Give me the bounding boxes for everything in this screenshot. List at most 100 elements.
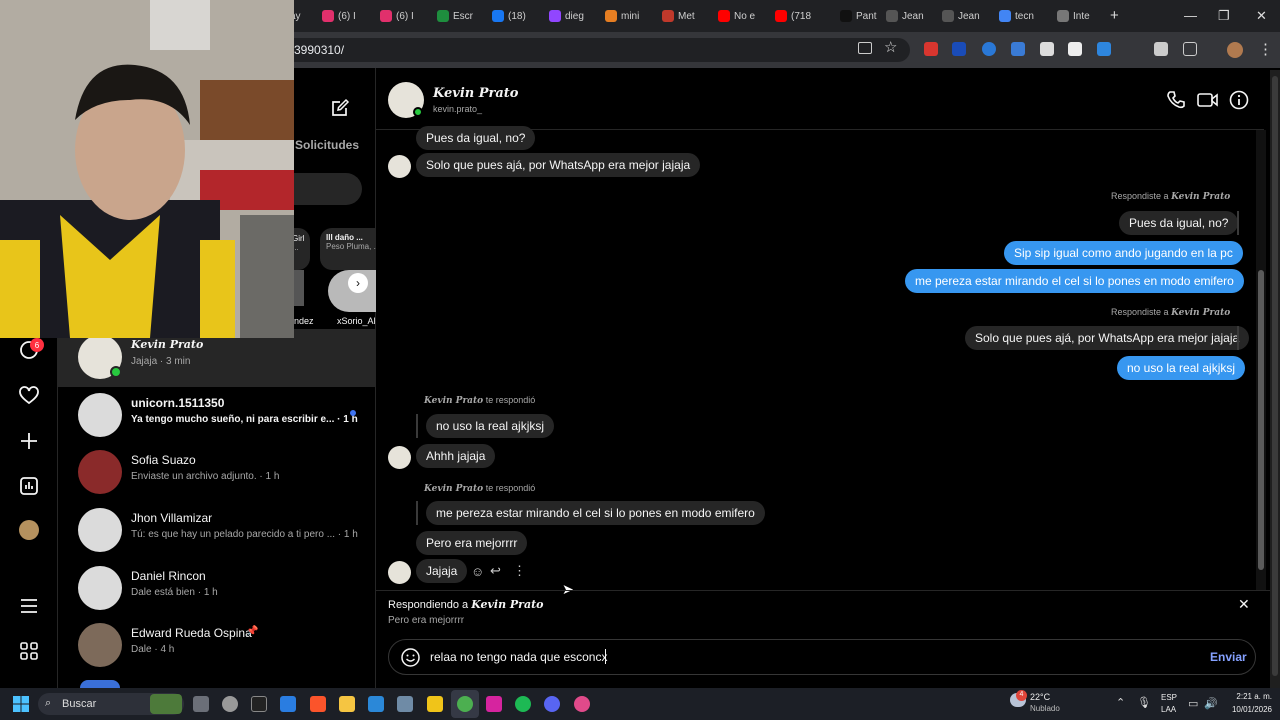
browser-tab[interactable]: Inte — [1057, 6, 1107, 26]
conversation-item[interactable]: Daniel Rincon Dale está bien · 1 h — [58, 560, 376, 618]
minimize-icon[interactable]: — — [1184, 8, 1197, 23]
scrollbar-thumb[interactable] — [1258, 270, 1264, 570]
search-icon: ⌕ — [45, 697, 52, 709]
app-icon[interactable] — [368, 696, 384, 712]
install-app-icon[interactable] — [858, 42, 872, 54]
extension-icon[interactable] — [1011, 42, 1025, 56]
app-icon[interactable] — [427, 696, 443, 712]
adblock-icon[interactable] — [924, 42, 938, 56]
display-icon[interactable]: ▭ — [1188, 697, 1198, 710]
app-icon[interactable] — [574, 696, 590, 712]
contact-name[interactable]: Kevin Prato — [433, 86, 518, 101]
new-tab-button[interactable]: + — [1110, 7, 1119, 24]
shield-icon[interactable] — [1040, 42, 1054, 56]
file-explorer-icon[interactable] — [339, 696, 355, 712]
conversation-item[interactable]: Sofia Suazo Enviaste un archivo adjunto. … — [58, 444, 376, 502]
menu-icon[interactable] — [19, 596, 39, 616]
message-input[interactable]: relaa no tengo nada que esconcx — [430, 650, 607, 664]
send-button[interactable]: Enviar — [1210, 650, 1247, 664]
extensions-puzzle-icon[interactable] — [1183, 42, 1197, 56]
browser-tab[interactable]: Pant — [840, 6, 880, 26]
app-icon[interactable] — [251, 696, 267, 712]
store-icon[interactable] — [280, 696, 296, 712]
chevron-right-icon[interactable]: › — [348, 273, 368, 293]
quoted-message[interactable]: Solo que pues ajá, por WhatsApp era mejo… — [965, 326, 1250, 350]
browser-tab[interactable]: Jean — [942, 6, 992, 26]
info-icon[interactable] — [1229, 90, 1249, 115]
message-bubble[interactable]: no uso la real ajkjksj — [1117, 356, 1246, 380]
message-bubble[interactable]: Jajaja — [416, 559, 468, 583]
tab-favicon-icon — [380, 10, 392, 22]
profile-avatar[interactable] — [19, 520, 39, 540]
create-plus-icon[interactable] — [19, 431, 39, 451]
chevron-up-icon[interactable]: ⌃ — [1116, 696, 1125, 709]
message-bubble[interactable]: Pues da igual, no? — [416, 126, 536, 150]
shazam-icon[interactable] — [982, 42, 996, 56]
spotify-icon[interactable] — [515, 696, 531, 712]
tab-favicon-icon — [886, 10, 898, 22]
calculator-icon[interactable] — [397, 696, 413, 712]
browser-tab[interactable]: (18) — [492, 6, 542, 26]
conversation-item[interactable]: Jhon Villamizar Tú: es que hay un pelado … — [58, 502, 376, 560]
windows-start-icon[interactable] — [13, 696, 29, 717]
app-icon[interactable] — [222, 696, 238, 712]
microphone-icon[interactable]: 🎙 — [1137, 696, 1151, 709]
extension-icon[interactable] — [1068, 42, 1082, 56]
quoted-message[interactable]: no uso la real ajkjksj — [426, 414, 555, 438]
chrome-icon[interactable] — [457, 696, 473, 712]
more-options-icon[interactable]: ⋮ — [513, 563, 526, 579]
close-reply-icon[interactable]: ✕ — [1238, 596, 1250, 613]
message-bubble[interactable]: Pero era mejorrrr — [416, 531, 528, 555]
reply-context: Kevin Prato te respondió — [424, 483, 535, 494]
phone-icon[interactable] — [1166, 90, 1186, 115]
avatar — [78, 393, 122, 437]
browser-tab[interactable]: Jean — [886, 6, 936, 26]
message-bubble[interactable]: Solo que pues ajá, por WhatsApp era mejo… — [416, 153, 701, 177]
discord-icon[interactable] — [544, 696, 560, 712]
browser-tab[interactable]: No e — [718, 6, 768, 26]
react-emoji-icon[interactable]: ☺ — [471, 564, 484, 579]
browser-tab[interactable]: (6) I — [322, 6, 372, 26]
clock-time[interactable]: 2:21 a. m. — [1228, 692, 1272, 701]
extension-icon[interactable] — [1154, 42, 1168, 56]
message-bubble[interactable]: Ahhh jajaja — [416, 444, 496, 468]
heart-icon[interactable] — [19, 386, 39, 406]
conversation-item[interactable]: Edward Rueda Ospina Dale · 4 h 📌 — [58, 617, 376, 675]
profile-avatar[interactable] — [1227, 42, 1243, 58]
brave-icon[interactable] — [310, 696, 326, 712]
browser-tab[interactable]: (718 — [775, 6, 825, 26]
compose-icon[interactable] — [330, 98, 350, 123]
browser-tab[interactable]: dieg — [549, 6, 599, 26]
extension-icon[interactable] — [952, 42, 966, 56]
message-bubble[interactable]: Sip sip igual como ando jugando en la pc — [1004, 241, 1243, 265]
url-field[interactable]: 3990310/ — [250, 38, 910, 62]
reply-arrow-icon[interactable]: ↩ — [490, 563, 501, 579]
task-view-icon[interactable] — [193, 696, 209, 712]
note-avatar[interactable] — [294, 270, 304, 306]
browser-tab[interactable]: Escr — [437, 6, 485, 26]
restore-icon[interactable]: ❐ — [1218, 8, 1230, 24]
instagram-icon[interactable] — [486, 696, 502, 712]
browser-tab[interactable]: (6) I — [380, 6, 430, 26]
weather-temp[interactable]: 22°C — [1030, 692, 1050, 702]
translate-icon[interactable] — [1097, 42, 1111, 56]
requests-tab[interactable]: Solicitudes — [295, 138, 359, 152]
quoted-message[interactable]: Pues da igual, no? — [1119, 211, 1239, 235]
emoji-icon[interactable] — [401, 648, 420, 672]
bookmark-star-icon[interactable]: ☆ — [884, 38, 897, 56]
quoted-message[interactable]: me pereza estar mirando el cel si lo pon… — [426, 501, 765, 525]
apps-grid-icon[interactable] — [19, 641, 39, 661]
browser-tab[interactable]: mini — [605, 6, 655, 26]
page-scrollbar-thumb[interactable] — [1272, 76, 1278, 676]
message-bubble[interactable]: me pereza estar mirando el cel si lo pon… — [905, 269, 1244, 293]
browser-menu-icon[interactable]: ⋮ — [1258, 40, 1273, 58]
browser-tab[interactable]: Met — [662, 6, 712, 26]
dashboard-icon[interactable] — [19, 476, 39, 496]
search-input[interactable] — [290, 173, 362, 205]
speaker-icon[interactable]: 🔊 — [1204, 697, 1218, 710]
conversation-item[interactable]: unicorn.1511350 Ya tengo mucho sueño, ni … — [58, 387, 376, 445]
browser-tab[interactable]: tecn — [999, 6, 1049, 26]
video-call-icon[interactable] — [1197, 90, 1219, 115]
close-window-icon[interactable]: ✕ — [1256, 8, 1267, 24]
language-code[interactable]: ESP — [1161, 693, 1177, 702]
